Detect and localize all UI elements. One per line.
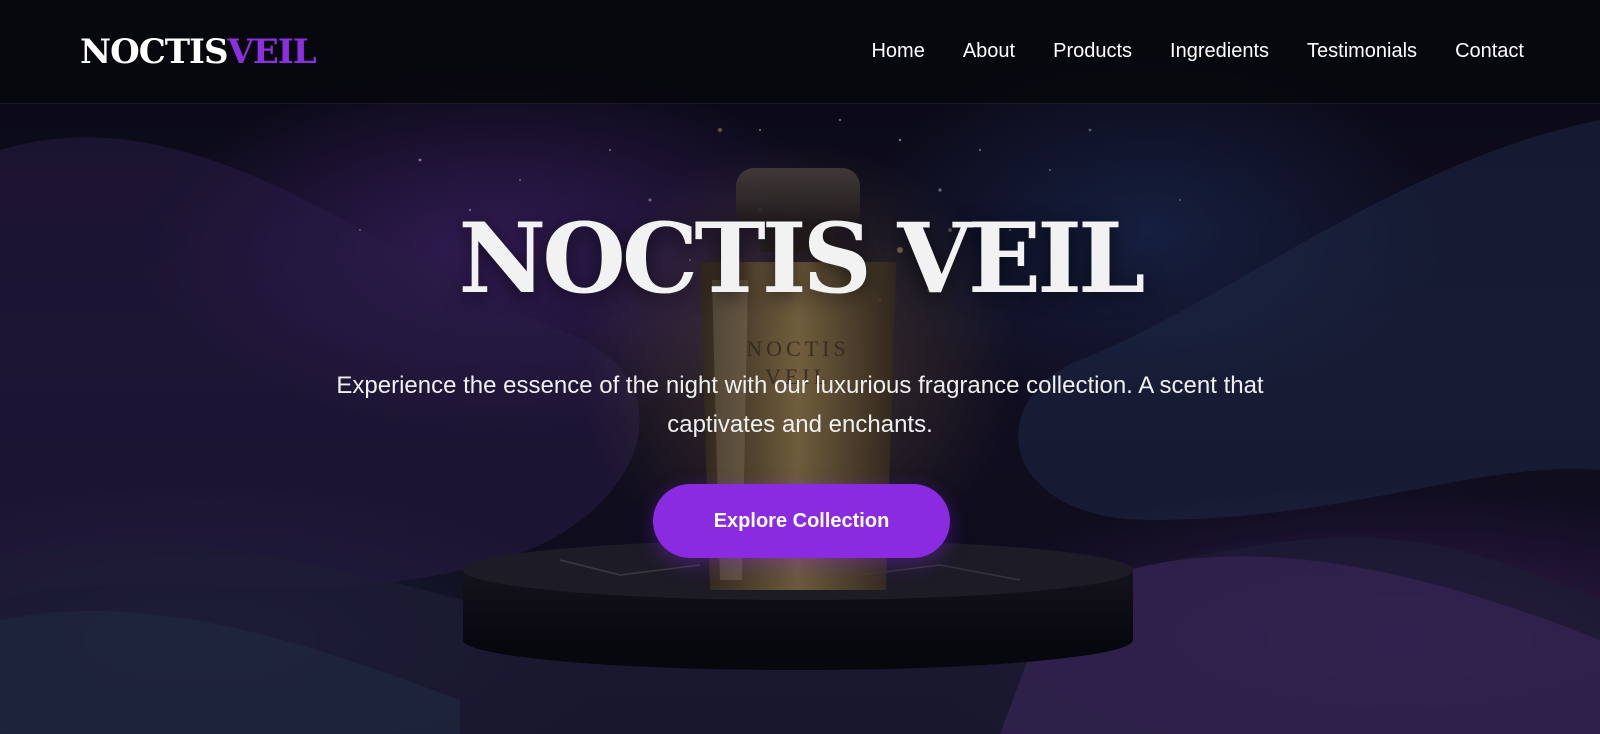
nav-link-home[interactable]: Home [871, 36, 924, 66]
hero-title: NOCTIS VEIL [458, 202, 1146, 315]
nav-menu: Home About Products Ingredients Testimon… [871, 36, 1524, 66]
logo-text-primary: NOCTIS [80, 32, 229, 72]
nav-link-about[interactable]: About [963, 36, 1015, 66]
nav-link-testimonials[interactable]: Testimonials [1307, 36, 1417, 66]
brand-logo[interactable]: NOCTISVEIL [80, 30, 317, 74]
logo-text-accent: VEIL [227, 32, 317, 72]
hero-section: NOCTIS VEIL Experience the essence of th… [0, 104, 1600, 734]
navbar: NOCTISVEIL Home About Products Ingredien… [0, 0, 1600, 104]
nav-link-products[interactable]: Products [1053, 36, 1132, 66]
hero-subtitle: Experience the essence of the night with… [336, 372, 1264, 438]
explore-collection-button[interactable]: Explore Collection [653, 484, 950, 558]
nav-link-contact[interactable]: Contact [1455, 36, 1524, 66]
nav-link-ingredients[interactable]: Ingredients [1170, 36, 1269, 66]
